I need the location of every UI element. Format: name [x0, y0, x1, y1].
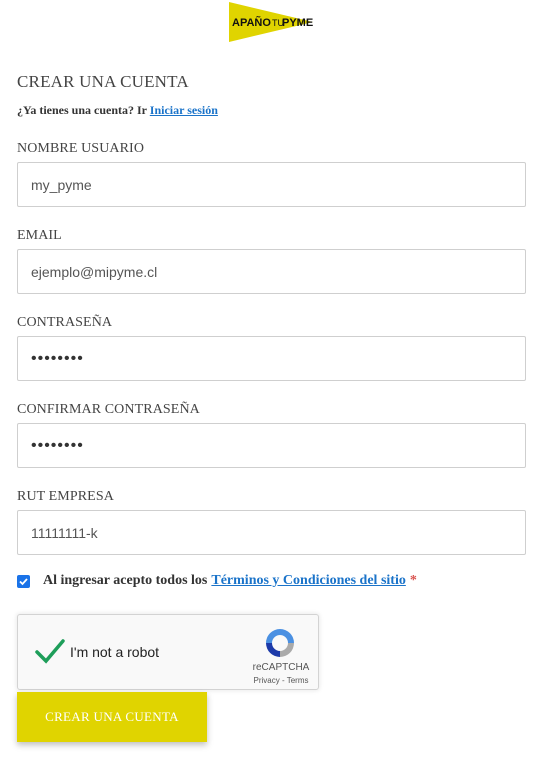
recaptcha-links: Privacy - Terms	[250, 676, 312, 685]
password-input[interactable]	[17, 336, 526, 381]
recaptcha-privacy-link[interactable]: Privacy	[254, 676, 280, 685]
apano-tu-pyme-logo: APAÑO TU PYME	[229, 2, 313, 42]
rut-label: RUT EMPRESA	[17, 489, 114, 504]
login-link[interactable]: Iniciar sesión	[150, 103, 218, 117]
login-prompt-text: ¿Ya tienes una cuenta? Ir	[17, 103, 147, 117]
terms-row: Al ingresar acepto todos los Términos y …	[17, 573, 417, 589]
required-mark: *	[409, 573, 417, 588]
captcha-label: I'm not a robot	[70, 644, 160, 660]
recaptcha-widget: I'm not a robot reCAPTCHA Privacy - Term…	[17, 614, 319, 690]
terms-text: Al ingresar acepto todos los	[43, 573, 208, 588]
confirm-password-input[interactable]	[17, 423, 526, 468]
terms-checkbox[interactable]	[17, 574, 30, 588]
username-label: NOMBRE USUARIO	[17, 141, 145, 156]
recaptcha-logo-icon	[266, 629, 294, 657]
logo-text-apano: APAÑO	[232, 16, 271, 29]
username-input[interactable]	[17, 162, 526, 207]
email-input[interactable]	[17, 249, 526, 294]
terms-link[interactable]: Términos y Condiciones del sitio	[211, 573, 405, 589]
password-label: CONTRASEÑA	[17, 315, 113, 330]
confirm-password-label: CONFIRMAR CONTRASEÑA	[17, 402, 200, 417]
login-prompt: ¿Ya tienes una cuenta? Ir Iniciar sesión	[17, 103, 218, 118]
checkmark-icon	[19, 577, 28, 585]
create-account-button[interactable]: CREAR UNA CUENTA	[17, 692, 207, 742]
recaptcha-brand: reCAPTCHA	[252, 662, 310, 673]
logo-text-pyme: PYME	[282, 17, 313, 29]
recaptcha-terms-link[interactable]: Terms	[287, 676, 309, 685]
captcha-checkmark-icon[interactable]	[34, 637, 66, 665]
recaptcha-separator: -	[279, 676, 287, 685]
email-label: EMAIL	[17, 228, 62, 243]
page-title: CREAR UNA CUENTA	[17, 72, 189, 91]
rut-input[interactable]	[17, 510, 526, 555]
